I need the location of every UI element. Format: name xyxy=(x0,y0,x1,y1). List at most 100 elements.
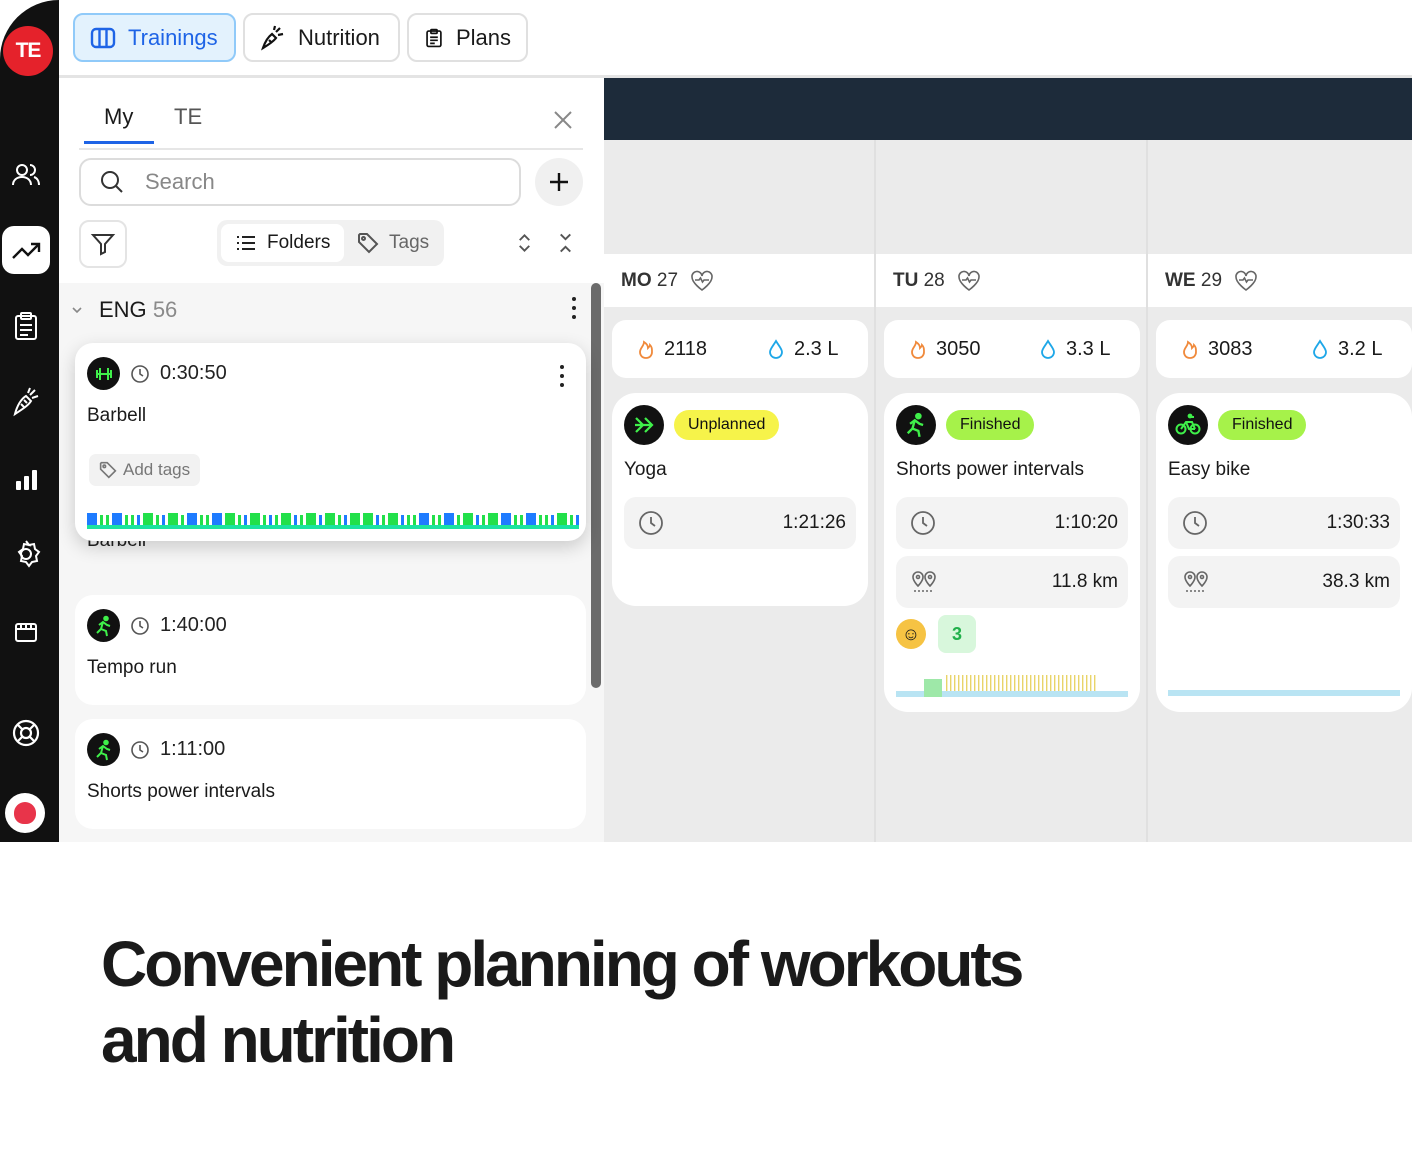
app-window: TE Trainings Nutrition Plans My TE Searc… xyxy=(0,0,1412,842)
tab-my[interactable]: My xyxy=(104,104,133,130)
day-number: 27 xyxy=(656,269,679,291)
chart-tick xyxy=(1038,675,1040,691)
chart-tick xyxy=(1002,675,1004,691)
tags-toggle[interactable]: Tags xyxy=(343,224,443,262)
search-input[interactable]: Search xyxy=(79,158,521,206)
heart-pulse-icon[interactable] xyxy=(957,270,981,292)
chart-tick xyxy=(1058,675,1060,691)
avatar xyxy=(14,802,36,824)
chart-tick xyxy=(1046,675,1048,691)
add-tags-button[interactable]: Add tags xyxy=(89,454,201,486)
intensity-bar xyxy=(488,513,498,527)
water: 3.3 L xyxy=(1040,338,1110,361)
distance-icon xyxy=(912,571,936,592)
intensity-bar xyxy=(306,513,316,527)
smile-icon[interactable]: ☺ xyxy=(896,619,926,649)
folders-toggle[interactable]: Folders xyxy=(221,224,345,262)
distance-metric: 11.8 km xyxy=(896,556,1128,608)
tab-plans[interactable]: Plans xyxy=(407,13,528,62)
close-icon[interactable] xyxy=(551,108,575,132)
chart-tick xyxy=(954,675,956,691)
chart-tick xyxy=(946,675,948,691)
day-label: WE xyxy=(1165,269,1196,291)
intensity-bar xyxy=(187,513,197,527)
users-icon[interactable] xyxy=(4,153,48,197)
clipboard-icon[interactable] xyxy=(4,304,48,348)
chart-tick xyxy=(966,675,968,691)
workout-card[interactable]: Unplanned Yoga 1:21:26 xyxy=(612,393,868,606)
chart-tick xyxy=(978,675,980,691)
tab-trainings[interactable]: Trainings xyxy=(73,13,236,62)
card-header: 0:30:50 xyxy=(87,357,227,390)
duration-metric: 1:10:20 xyxy=(896,497,1128,549)
workout-card[interactable]: Finished Easy bike 1:30:33 38.3 km xyxy=(1156,393,1412,712)
intensity-bar xyxy=(463,513,473,527)
workout-chart xyxy=(1168,690,1400,696)
search-placeholder: Search xyxy=(145,169,215,194)
filter-button[interactable] xyxy=(79,220,127,268)
intensity-bar xyxy=(419,513,429,527)
day-header-tu[interactable]: TU 28 xyxy=(876,254,1146,307)
list-item[interactable]: 0:30:50 Barbell Add tags xyxy=(75,343,586,541)
chart-tick xyxy=(1062,675,1064,691)
duration-value: 1:21:26 xyxy=(782,512,846,533)
expand-icon[interactable] xyxy=(514,232,535,254)
intensity-bar xyxy=(168,513,178,527)
day-number: 29 xyxy=(1200,269,1223,291)
heart-pulse-icon[interactable] xyxy=(690,270,714,292)
heart-pulse-icon[interactable] xyxy=(1234,270,1258,292)
intensity-bar xyxy=(444,513,454,527)
nutrition-summary[interactable]: 3083 3.2 L xyxy=(1156,320,1412,378)
day-header-mo[interactable]: MO 27 xyxy=(604,254,874,307)
filter-icon xyxy=(90,234,116,256)
chart-tick xyxy=(950,675,952,691)
avatar-icon[interactable] xyxy=(5,793,45,833)
list-item[interactable]: 1:11:00 Shorts power intervals xyxy=(75,719,586,829)
workout-title: Yoga xyxy=(624,459,667,480)
rpe-badge[interactable]: 3 xyxy=(938,615,976,653)
barbell-icon xyxy=(87,357,120,390)
group-menu-icon[interactable] xyxy=(571,297,577,319)
folders-label: Folders xyxy=(267,232,331,253)
chart-tick xyxy=(1050,675,1052,691)
columns-icon xyxy=(90,27,116,48)
flame-icon xyxy=(639,340,653,359)
intensity-bar xyxy=(250,513,260,527)
clipboard-icon xyxy=(426,28,442,47)
chart-tick xyxy=(1010,675,1012,691)
chart-tick xyxy=(1018,675,1020,691)
intensity-bars xyxy=(87,513,579,529)
feedback-row: ☺ 3 xyxy=(896,615,976,653)
scrollbar[interactable] xyxy=(591,283,601,688)
status-badge: Finished xyxy=(1218,410,1307,440)
tab-nutrition[interactable]: Nutrition xyxy=(243,13,400,62)
workout-title: Easy bike xyxy=(1168,459,1251,480)
workout-card[interactable]: Finished Shorts power intervals 1:10:20 … xyxy=(884,393,1140,712)
calendar-icon[interactable] xyxy=(4,610,48,654)
logo[interactable]: TE xyxy=(3,26,53,76)
nutrition-summary[interactable]: 3050 3.3 L xyxy=(884,320,1140,378)
day-number: 28 xyxy=(923,269,945,291)
settings-icon[interactable] xyxy=(4,532,48,576)
list-item[interactable]: 1:40:00 Tempo run xyxy=(75,595,586,705)
flame-icon xyxy=(1183,340,1197,359)
carrot-icon[interactable] xyxy=(4,380,48,424)
stats-icon[interactable] xyxy=(4,457,48,501)
day-header-we[interactable]: WE 29 xyxy=(1148,254,1412,307)
trending-icon[interactable] xyxy=(2,226,50,274)
search-icon xyxy=(101,171,123,193)
intensity-bar xyxy=(281,513,291,527)
group-count: 56 xyxy=(152,297,178,322)
distance-value: 38.3 km xyxy=(1322,571,1390,592)
help-icon[interactable] xyxy=(4,711,48,755)
water-value: 3.3 L xyxy=(1066,337,1111,360)
intensity-bar xyxy=(87,513,97,527)
collapse-icon[interactable] xyxy=(555,232,576,254)
card-menu-icon[interactable] xyxy=(559,365,565,387)
add-button[interactable] xyxy=(535,158,583,206)
water-drop-icon xyxy=(769,339,783,359)
tab-te[interactable]: TE xyxy=(174,104,202,130)
nutrition-summary[interactable]: 2118 2.3 L xyxy=(612,320,868,378)
sort-controls xyxy=(514,232,576,256)
group-header[interactable]: ENG 56 xyxy=(71,297,177,323)
